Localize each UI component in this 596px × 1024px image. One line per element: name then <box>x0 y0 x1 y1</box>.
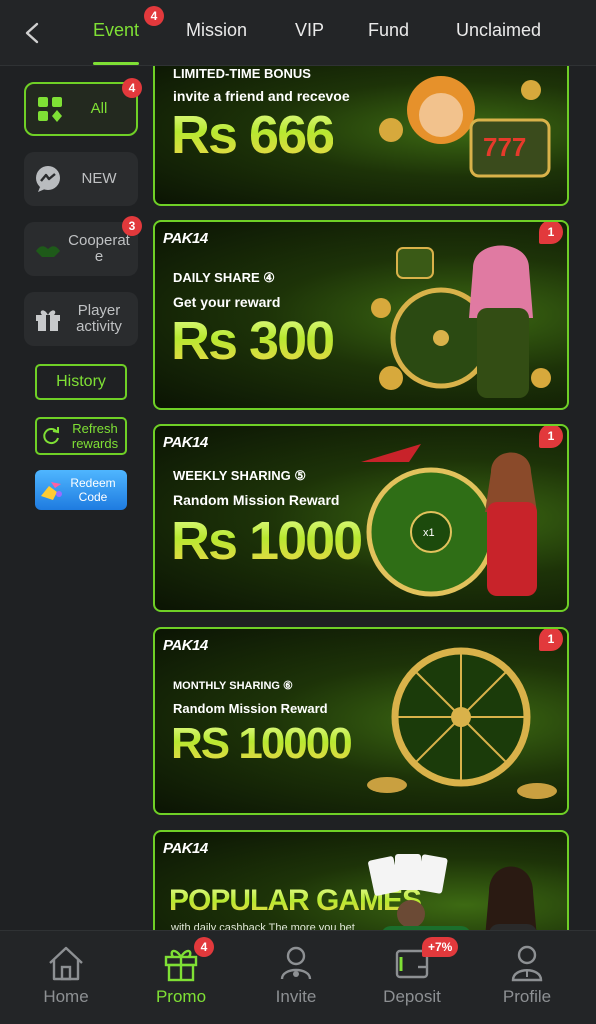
nav-label: Invite <box>275 987 317 1006</box>
bottom-navigation: Home Promo 4 Invite Deposit +7% Profile <box>0 930 596 1024</box>
prize-wheel-illustration: x1 <box>361 444 537 597</box>
tab-label: Fund <box>368 20 410 40</box>
tab-label: Mission <box>186 20 248 40</box>
banner-title: LIMITED-TIME BONUS <box>173 66 311 81</box>
banner-daily-share[interactable]: PAK14 DAILY SHARE ④ Get your reward Rs 3… <box>153 220 569 410</box>
nav-label: Deposit <box>383 987 441 1006</box>
tab-label: Event <box>93 20 140 40</box>
banner-subtitle: invite a friend and recevoe <box>173 88 350 104</box>
banner-amount: RS 10000 <box>171 719 353 768</box>
banner-weekly-sharing[interactable]: PAK14 WEEKLY SHARING ⑤ Random Mission Re… <box>153 424 569 612</box>
banner-popular-games[interactable]: PAK14 POPULAR GAMES with daily cashback … <box>153 830 569 930</box>
sidebar-item-new[interactable]: NEW <box>24 152 138 206</box>
banner-badge: 1 <box>539 629 563 651</box>
sidebar-item-all[interactable]: All <box>24 82 138 136</box>
banner-subtitle: with daily cashback The more you bet <box>171 922 355 930</box>
banner-title: MONTHLY SHARING ⑥ <box>173 680 293 692</box>
banner-title: WEEKLY SHARING ⑤ <box>173 468 307 483</box>
history-label: History <box>56 373 106 390</box>
brand-logo: PAK14 <box>163 840 208 857</box>
tab-unclaimed[interactable]: Unclaimed <box>456 20 541 41</box>
top-tab-bar: Event 4 Mission VIP Fund Unclaimed <box>0 0 596 66</box>
nav-promo[interactable]: Promo <box>131 943 231 1007</box>
banner-invite-bonus[interactable]: LIMITED-TIME BONUS invite a friend and r… <box>153 66 569 206</box>
sidebar-all-badge: 4 <box>122 78 142 98</box>
banner-subtitle: Random Mission Reward <box>173 701 328 716</box>
nav-label: Home <box>43 987 89 1006</box>
brand-logo: PAK14 <box>163 230 208 247</box>
svg-text:x1: x1 <box>423 527 435 539</box>
sidebar-item-label: Cooperat e <box>68 232 130 265</box>
grid-icon <box>32 91 68 127</box>
nav-profile[interactable]: Profile <box>477 943 577 1007</box>
refresh-label: Refresh rewards <box>71 421 119 451</box>
tab-label: VIP <box>295 20 325 40</box>
promotion-list: LIMITED-TIME BONUS invite a friend and r… <box>153 66 571 930</box>
tab-mission[interactable]: Mission <box>186 20 247 41</box>
redeem-code-button[interactable]: Redeem Code <box>35 470 127 510</box>
users-icon <box>280 946 312 980</box>
redeem-icon <box>39 478 65 502</box>
sidebar-item-label: All <box>90 100 108 117</box>
banner-monthly-sharing[interactable]: PAK14 MONTHLY SHARING ⑥ Random Mission R… <box>153 627 569 815</box>
chevron-left-icon <box>25 22 39 44</box>
chat-icon <box>30 161 66 197</box>
refresh-icon <box>41 426 61 446</box>
nav-invite[interactable]: Invite <box>246 943 346 1007</box>
active-tab-indicator <box>93 62 139 65</box>
nav-promo-badge: 4 <box>194 937 214 957</box>
gift-icon <box>30 301 66 337</box>
nav-deposit-badge: +7% <box>422 937 459 957</box>
redeem-label: Redeem Code <box>70 476 116 504</box>
category-sidebar: All 4 NEW Cooperat e 3 Player activity H… <box>0 66 150 930</box>
back-button[interactable] <box>14 18 50 48</box>
user-icon <box>511 945 543 982</box>
sidebar-item-label: Player activity <box>76 302 122 335</box>
svg-text:777: 777 <box>483 132 526 162</box>
tab-event-badge: 4 <box>144 6 164 26</box>
nav-label: Profile <box>502 987 552 1006</box>
banner-amount: Rs 300 <box>171 311 335 371</box>
home-icon <box>49 946 83 981</box>
sidebar-item-cooperate[interactable]: Cooperat e <box>24 222 138 276</box>
nav-home[interactable]: Home <box>16 943 116 1007</box>
tab-label: Unclaimed <box>456 20 542 40</box>
nav-label: Promo <box>155 987 207 1006</box>
banner-amount: Rs 666 <box>171 105 335 165</box>
tab-event[interactable]: Event <box>93 20 139 41</box>
wheel-girl-illustration <box>371 245 551 398</box>
tab-fund[interactable]: Fund <box>368 20 409 41</box>
roulette-wheel-illustration <box>367 647 557 799</box>
banner-amount: Rs 1000 <box>171 511 363 571</box>
banner-title: DAILY SHARE ④ <box>173 270 275 285</box>
banner-subtitle: Get your reward <box>173 294 281 310</box>
brand-logo: PAK14 <box>163 434 208 451</box>
banner-badge: 1 <box>539 222 563 244</box>
history-button[interactable]: History <box>35 364 127 400</box>
players-cards-illustration <box>368 854 537 930</box>
refresh-rewards-button[interactable]: Refresh rewards <box>35 417 127 455</box>
banner-subtitle: Random Mission Reward <box>173 492 340 508</box>
handshake-icon <box>30 231 66 267</box>
sidebar-item-label: NEW <box>81 170 117 187</box>
sidebar-item-player-activity[interactable]: Player activity <box>24 292 138 346</box>
slot-machine-illustration: 777 <box>379 76 551 178</box>
banner-badge: 1 <box>539 426 563 448</box>
tab-vip[interactable]: VIP <box>295 20 324 41</box>
brand-logo: PAK14 <box>163 637 208 654</box>
sidebar-cooperate-badge: 3 <box>122 216 142 236</box>
